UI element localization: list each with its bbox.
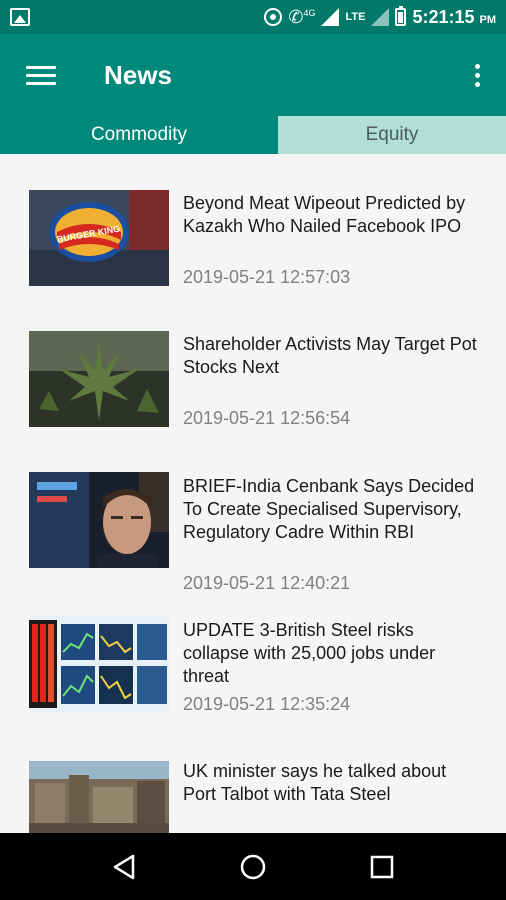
back-triangle-icon[interactable]: [104, 847, 144, 887]
more-vert-icon[interactable]: [475, 63, 480, 87]
news-thumbnail: [29, 331, 169, 427]
news-list[interactable]: BURGER KING Beyond Meat Wipeout Predicte…: [0, 154, 506, 833]
clock: 5:21:15 PM: [412, 6, 496, 27]
news-timestamp: 2019-05-21 12:40:21: [183, 573, 351, 593]
data-saver-icon: [264, 8, 283, 26]
list-item[interactable]: BRIEF-India Cenbank Says Decided To Crea…: [0, 472, 506, 593]
news-thumbnail: [29, 616, 169, 712]
signal-icon: [321, 8, 340, 26]
wifi-calling-icon: ✆4G: [288, 6, 316, 27]
app-bar: News: [0, 34, 506, 116]
cannabis-plant-image: [29, 331, 169, 427]
burger-king-sign-image: BURGER KING: [29, 190, 169, 286]
news-timestamp: 2019-05-21 12:56:54: [183, 408, 351, 428]
status-bar: ✆4G LTE 5:21:15 PM: [0, 0, 506, 34]
list-item[interactable]: BURGER KING Beyond Meat Wipeout Predicte…: [0, 189, 506, 299]
news-headline: BRIEF-India Cenbank Says Decided To Crea…: [183, 476, 475, 542]
news-headline: Beyond Meat Wipeout Predicted by Kazakh …: [183, 193, 466, 236]
battery-icon: [395, 6, 407, 26]
news-thumbnail: [29, 472, 169, 568]
list-item[interactable]: Shareholder Activists May Target Pot Sto…: [0, 330, 506, 440]
page-title: News: [104, 59, 172, 90]
hamburger-menu-icon[interactable]: [26, 65, 56, 85]
news-headline: UPDATE 3-British Steel risks collapse wi…: [183, 620, 436, 686]
tab-bar: Commodity Equity: [0, 116, 506, 154]
system-nav-bar: [0, 833, 506, 900]
tab-equity[interactable]: Equity: [278, 116, 506, 154]
list-item[interactable]: UK minister says he talked about Port Ta…: [0, 757, 506, 833]
news-thumbnail: BURGER KING: [29, 190, 169, 286]
news-headline: UK minister says he talked about Port Ta…: [183, 761, 447, 804]
network-type-label: LTE: [345, 11, 366, 23]
signal-secondary-icon: [371, 8, 390, 26]
home-circle-icon[interactable]: [233, 847, 273, 887]
news-thumbnail: [29, 761, 169, 833]
news-headline: Shareholder Activists May Target Pot Sto…: [183, 334, 477, 377]
news-timestamp: 2019-05-21 12:35:24: [183, 694, 351, 714]
news-timestamp: 2019-05-21 12:57:03: [183, 267, 351, 287]
trader-photo-image: [29, 472, 169, 568]
market-screens-image: [29, 616, 169, 712]
steelworks-image: [29, 761, 169, 833]
gallery-icon: [10, 8, 30, 26]
list-item[interactable]: UPDATE 3-British Steel risks collapse wi…: [0, 616, 506, 726]
recents-square-icon[interactable]: [362, 847, 402, 887]
tab-commodity[interactable]: Commodity: [0, 116, 278, 154]
